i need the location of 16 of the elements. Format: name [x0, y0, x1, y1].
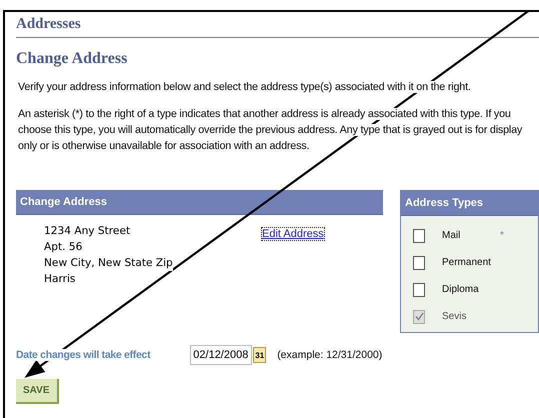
date-example: (example: 12/31/2000)	[277, 349, 382, 361]
type-label: Mail	[442, 230, 462, 241]
instruction-text: Verify your address information below and select the address type(s) associated with it on the right.	[18, 80, 472, 95]
edit-address-link[interactable]: Edit Address	[262, 228, 324, 240]
date-label: Date changes will take effect	[16, 349, 150, 361]
date-field[interactable]: 02/12/2008	[190, 345, 252, 365]
type-label: Diploma	[442, 284, 480, 295]
section-header: Address Types	[401, 191, 538, 216]
type-label: Permanent	[442, 257, 492, 268]
instruction-text: An asterisk (*) to the right of a type indicates that another address is already associated with this type. If you choose this type, you will automatically override the previous address. Any type that is grayed out is for display only or is otherwise unavailable for association with an address.	[18, 107, 524, 154]
save-button[interactable]: SAVE	[16, 379, 58, 404]
asterisk: *	[500, 230, 504, 241]
section-header: Change Address	[16, 190, 383, 215]
page-heading: Change Address	[16, 50, 128, 68]
type-label: Sevis	[442, 311, 468, 322]
calendar-button[interactable]: 31	[253, 347, 266, 363]
